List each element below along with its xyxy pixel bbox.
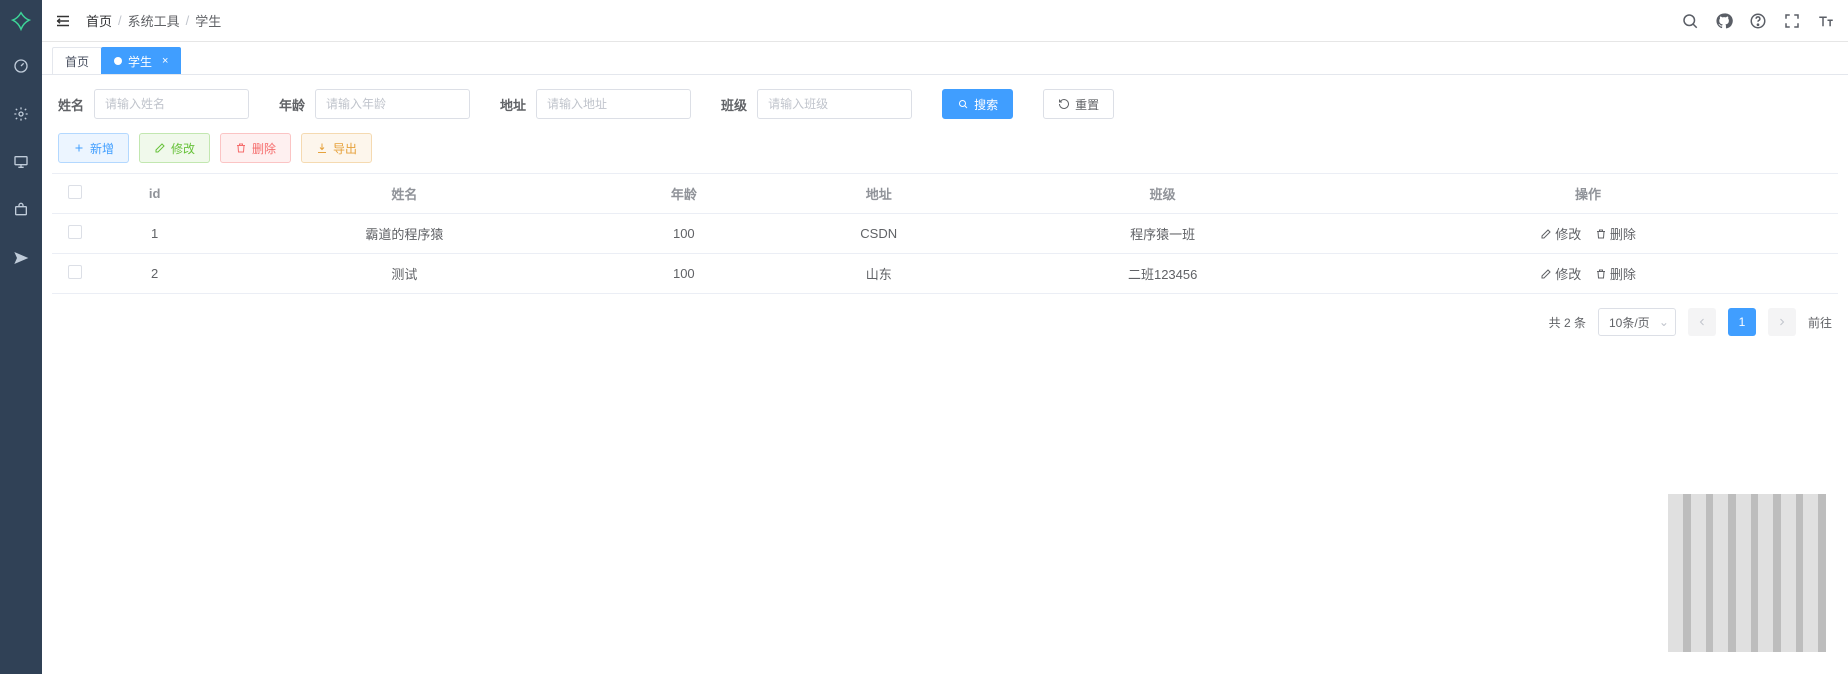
cell-addr: CSDN <box>770 214 987 254</box>
cell-id: 2 <box>98 254 211 294</box>
font-size-icon[interactable] <box>1816 11 1836 31</box>
add-button-label: 新增 <box>90 140 114 157</box>
tab-student[interactable]: 学生 × <box>101 47 181 74</box>
breadcrumb: 首页 / 系统工具 / 学生 <box>86 11 221 30</box>
breadcrumb-last: 学生 <box>195 11 221 30</box>
export-button[interactable]: 导出 <box>301 133 372 163</box>
pagination: 共 2 条 10条/页 ⌄ 1 前往 <box>52 294 1838 336</box>
page-size-select[interactable]: 10条/页 ⌄ <box>1598 308 1676 336</box>
sidebar-item-monitor[interactable] <box>0 150 42 174</box>
breadcrumb-home[interactable]: 首页 <box>86 11 112 30</box>
name-label: 姓名 <box>58 95 84 114</box>
col-id: id <box>98 174 211 214</box>
page-size-label: 10条/页 <box>1609 314 1650 331</box>
edit-button[interactable]: 修改 <box>139 133 210 163</box>
tab-student-label: 学生 <box>128 53 152 70</box>
collapse-sidebar-icon[interactable] <box>54 12 72 30</box>
table-row: 1 霸道的程序猿 100 CSDN 程序猿一班 修改 删除 <box>52 214 1838 254</box>
close-icon[interactable]: × <box>162 55 168 67</box>
row-checkbox[interactable] <box>68 265 82 279</box>
reset-button-label: 重置 <box>1075 96 1099 113</box>
class-input[interactable] <box>757 89 912 119</box>
class-label: 班级 <box>721 95 747 114</box>
age-input[interactable] <box>315 89 470 119</box>
row-edit-button[interactable]: 修改 <box>1540 264 1581 283</box>
age-label: 年龄 <box>279 95 305 114</box>
row-delete-button[interactable]: 删除 <box>1595 224 1636 243</box>
cell-class: 二班123456 <box>987 254 1338 294</box>
edit-button-label: 修改 <box>171 140 195 157</box>
cell-addr: 山东 <box>770 254 987 294</box>
active-dot-icon <box>114 57 122 65</box>
cell-id: 1 <box>98 214 211 254</box>
search-form: 姓名 年龄 地址 班级 搜索 <box>52 89 1838 119</box>
col-addr: 地址 <box>770 174 987 214</box>
cell-age: 100 <box>598 214 771 254</box>
add-button[interactable]: 新增 <box>58 133 129 163</box>
chevron-down-icon: ⌄ <box>1659 315 1669 329</box>
sidebar-item-send[interactable] <box>0 246 42 270</box>
tab-home-label: 首页 <box>65 53 89 70</box>
prev-page-button[interactable] <box>1688 308 1716 336</box>
qr-code <box>1662 488 1832 658</box>
select-all-checkbox[interactable] <box>68 185 82 199</box>
search-icon[interactable] <box>1680 11 1700 31</box>
cell-name: 测试 <box>211 254 597 294</box>
breadcrumb-sep: / <box>118 13 122 28</box>
cell-name: 霸道的程序猿 <box>211 214 597 254</box>
sidebar <box>0 0 42 674</box>
sidebar-item-tool[interactable] <box>0 198 42 222</box>
addr-label: 地址 <box>500 95 526 114</box>
delete-button[interactable]: 删除 <box>220 133 291 163</box>
table-row: 2 测试 100 山东 二班123456 修改 删除 <box>52 254 1838 294</box>
next-page-button[interactable] <box>1768 308 1796 336</box>
sidebar-item-settings[interactable] <box>0 102 42 126</box>
cell-age: 100 <box>598 254 771 294</box>
col-ops: 操作 <box>1338 174 1838 214</box>
breadcrumb-sep: / <box>186 13 190 28</box>
goto-label: 前往 <box>1808 314 1832 331</box>
cell-class: 程序猿一班 <box>987 214 1338 254</box>
search-button[interactable]: 搜索 <box>942 89 1013 119</box>
data-table: id 姓名 年龄 地址 班级 操作 1 霸道的程序猿 100 CSDN <box>52 173 1838 294</box>
toolbar: 新增 修改 删除 导出 <box>52 133 1838 163</box>
col-class: 班级 <box>987 174 1338 214</box>
github-icon[interactable] <box>1714 11 1734 31</box>
col-age: 年龄 <box>598 174 771 214</box>
delete-button-label: 删除 <box>252 140 276 157</box>
tabs-bar: 首页 学生 × <box>42 42 1848 75</box>
tab-home[interactable]: 首页 <box>52 47 102 74</box>
fullscreen-icon[interactable] <box>1782 11 1802 31</box>
row-delete-button[interactable]: 删除 <box>1595 264 1636 283</box>
help-icon[interactable] <box>1748 11 1768 31</box>
export-button-label: 导出 <box>333 140 357 157</box>
search-button-label: 搜索 <box>974 96 998 113</box>
breadcrumb-mid[interactable]: 系统工具 <box>128 11 180 30</box>
sidebar-menu <box>0 42 42 270</box>
col-name: 姓名 <box>211 174 597 214</box>
name-input[interactable] <box>94 89 249 119</box>
row-edit-button[interactable]: 修改 <box>1540 224 1581 243</box>
sidebar-item-dashboard[interactable] <box>0 54 42 78</box>
page-1-button[interactable]: 1 <box>1728 308 1756 336</box>
row-checkbox[interactable] <box>68 225 82 239</box>
topbar: 首页 / 系统工具 / 学生 <box>42 0 1848 42</box>
reset-button[interactable]: 重置 <box>1043 89 1114 119</box>
app-logo <box>0 0 42 42</box>
addr-input[interactable] <box>536 89 691 119</box>
pagination-total: 共 2 条 <box>1549 314 1586 331</box>
